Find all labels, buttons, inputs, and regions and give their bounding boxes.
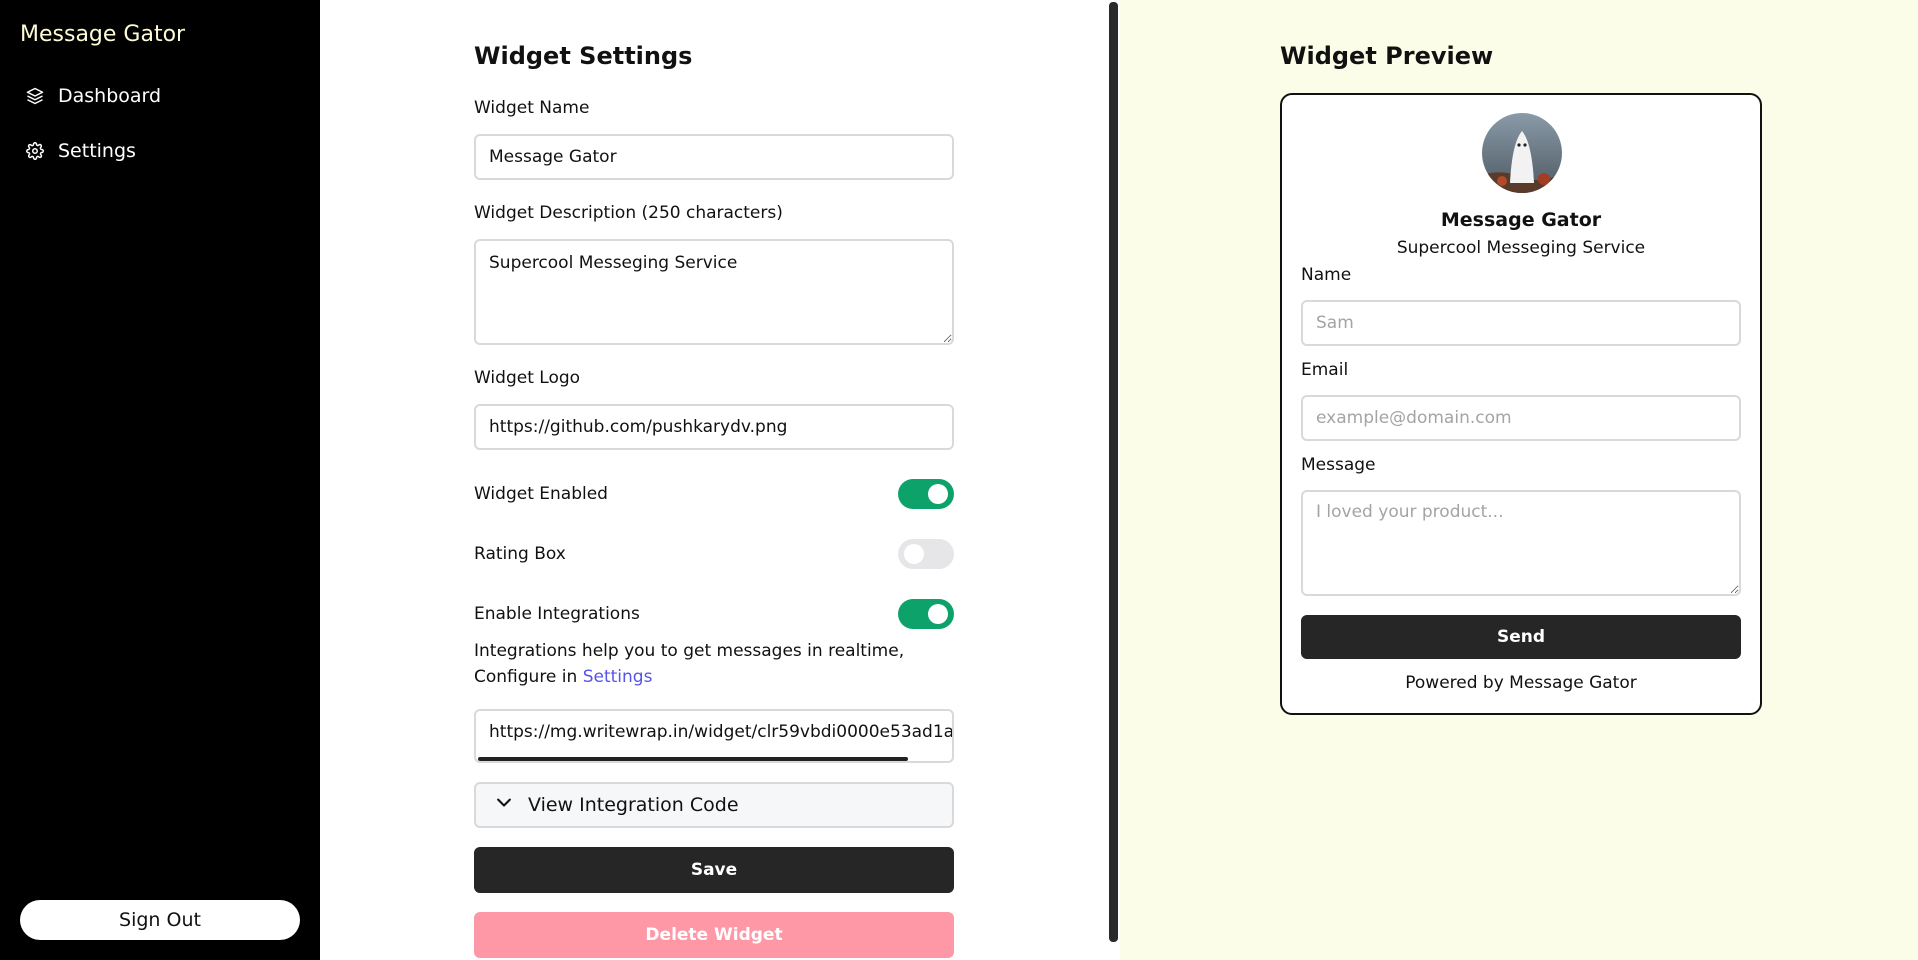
- gear-icon: [26, 142, 44, 160]
- preview-email-label: Email: [1301, 360, 1349, 380]
- widget-description-textarea[interactable]: Supercool Messeging Service: [474, 239, 954, 345]
- send-button[interactable]: Send: [1301, 615, 1741, 659]
- sidebar-item-label: Settings: [58, 140, 136, 162]
- preview-name-label: Name: [1301, 265, 1352, 285]
- widget-name-label: Widget Name: [474, 98, 590, 118]
- app-brand: Message Gator: [20, 22, 186, 47]
- integrations-note-text: Integrations help you to get messages in…: [474, 641, 905, 687]
- preview-message-textarea[interactable]: [1301, 490, 1741, 596]
- widget-logo-input[interactable]: [474, 404, 954, 450]
- enable-integrations-label: Enable Integrations: [474, 604, 640, 624]
- widget-description-label: Widget Description (250 characters): [474, 203, 783, 223]
- rating-box-row: Rating Box: [474, 539, 954, 569]
- panel-divider-scrollbar[interactable]: [1109, 2, 1118, 942]
- sidebar-item-settings[interactable]: Settings: [26, 140, 136, 162]
- preview-name-input[interactable]: [1301, 300, 1741, 346]
- preview-email-input[interactable]: [1301, 395, 1741, 441]
- powered-by-text: Powered by Message Gator: [1405, 673, 1637, 693]
- toggle-knob: [928, 484, 948, 504]
- save-button[interactable]: Save: [474, 847, 954, 893]
- widget-preview-card: Message Gator Supercool Messeging Servic…: [1280, 93, 1762, 715]
- horizontal-scrollbar[interactable]: [478, 757, 908, 761]
- preview-title: Widget Preview: [1280, 42, 1494, 70]
- preview-widget-name: Message Gator: [1440, 209, 1602, 231]
- sidebar-item-dashboard[interactable]: Dashboard: [26, 85, 161, 107]
- widget-name-input[interactable]: [474, 134, 954, 180]
- delete-widget-button[interactable]: Delete Widget: [474, 912, 954, 958]
- view-integration-code-label: View Integration Code: [528, 794, 739, 816]
- widget-enabled-row: Widget Enabled: [474, 479, 954, 509]
- rating-box-toggle[interactable]: [898, 539, 954, 569]
- preview-message-label: Message: [1301, 455, 1376, 475]
- enable-integrations-row: Enable Integrations: [474, 599, 954, 629]
- sidebar-item-label: Dashboard: [58, 85, 162, 107]
- page-title: Widget Settings: [474, 42, 693, 70]
- widget-enabled-label: Widget Enabled: [474, 484, 608, 504]
- settings-link[interactable]: Settings: [583, 667, 653, 687]
- sign-out-button[interactable]: Sign Out: [20, 900, 300, 940]
- toggle-knob: [904, 544, 924, 564]
- integration-url-field[interactable]: https://mg.writewrap.in/widget/clr59vbdi…: [474, 709, 954, 763]
- view-integration-code-accordion[interactable]: View Integration Code: [474, 782, 954, 828]
- rating-box-label: Rating Box: [474, 544, 566, 564]
- toggle-knob: [928, 604, 948, 624]
- widget-logo-avatar: [1482, 113, 1562, 193]
- widget-enabled-toggle[interactable]: [898, 479, 954, 509]
- chevron-down-icon: [494, 793, 514, 818]
- integration-url-text: https://mg.writewrap.in/widget/clr59vbdi…: [489, 722, 954, 742]
- integrations-note: Integrations help you to get messages in…: [474, 638, 954, 690]
- sidebar: Message Gator Dashboard Settings Sign Ou…: [0, 0, 320, 960]
- layers-icon: [26, 87, 44, 105]
- widget-logo-label: Widget Logo: [474, 368, 581, 388]
- enable-integrations-toggle[interactable]: [898, 599, 954, 629]
- preview-widget-description: Supercool Messeging Service: [1396, 238, 1646, 258]
